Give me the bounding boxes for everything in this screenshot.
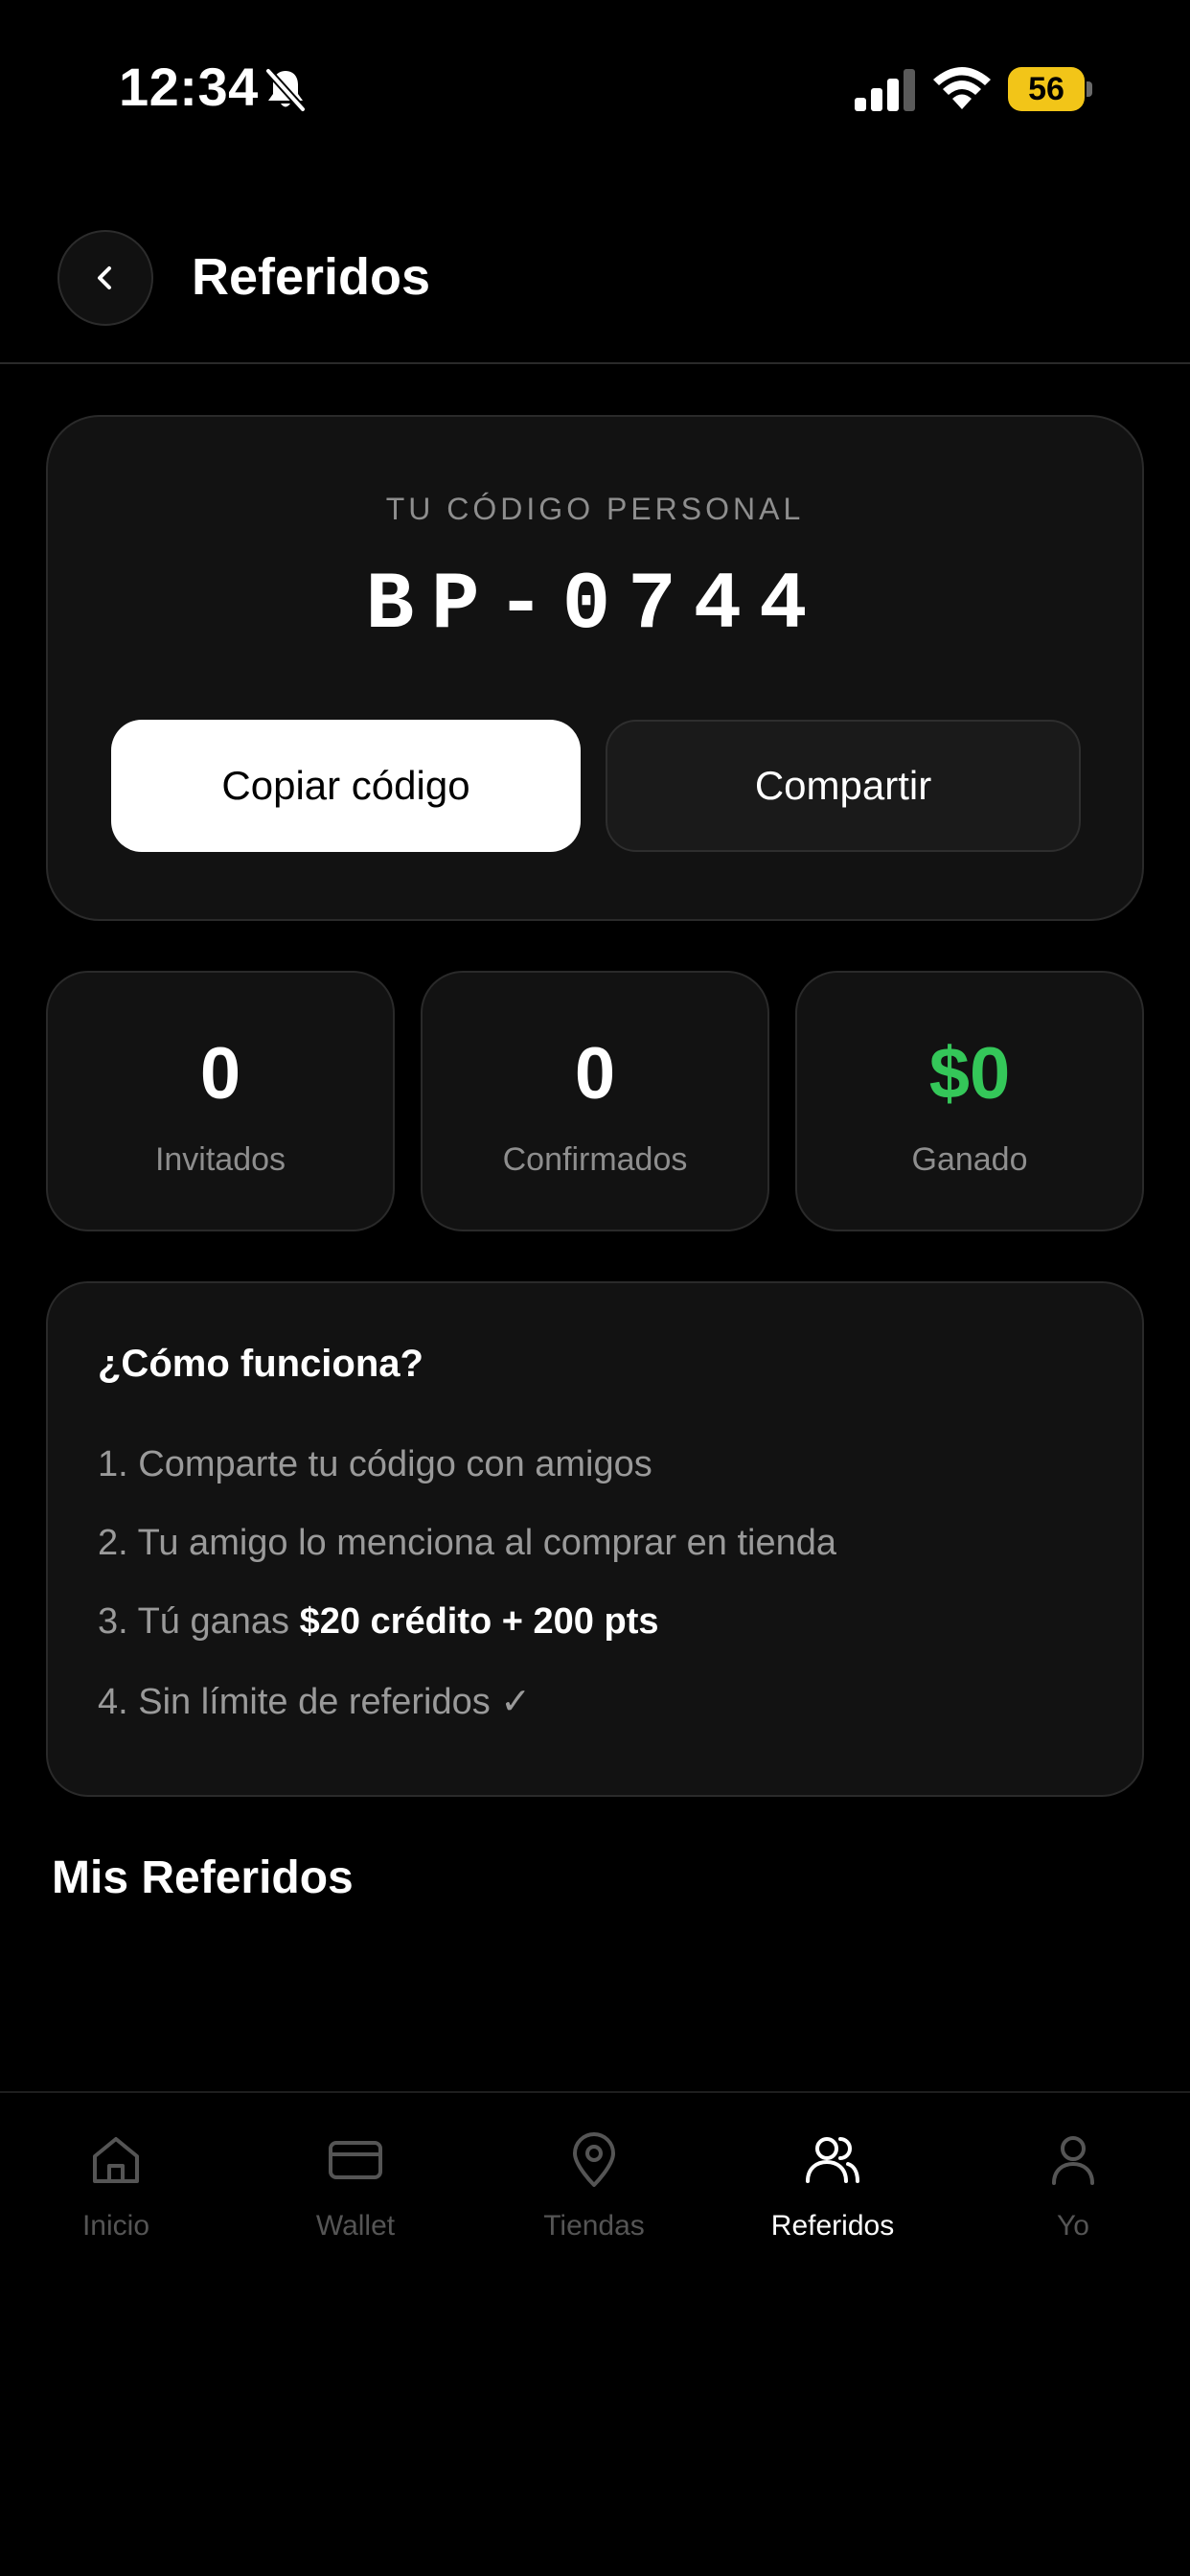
- personal-code-card: TU CÓDIGO PERSONAL BP-0744 Copiar código…: [46, 415, 1144, 921]
- status-bar: 12:34 56: [0, 0, 1190, 172]
- my-referrals-title: Mis Referidos: [52, 1852, 354, 1903]
- stat-label: Ganado: [911, 1141, 1028, 1178]
- referral-code: BP-0744: [365, 561, 825, 652]
- stat-label: Invitados: [154, 1141, 286, 1178]
- step-item: 3. Tú ganas $20 crédito + 200 pts: [98, 1601, 658, 1643]
- stat-label: Confirmados: [502, 1141, 688, 1178]
- stat-card-earned: $0 Ganado: [795, 971, 1144, 1231]
- share-button[interactable]: Compartir: [606, 720, 1081, 852]
- stat-card-invited: 0 Invitados: [46, 971, 395, 1231]
- status-time: 12:34: [119, 57, 259, 117]
- battery-level: 56: [1028, 71, 1064, 107]
- battery-tip: [1087, 81, 1092, 97]
- stat-value: 0: [574, 1033, 616, 1115]
- nav-item-yo[interactable]: Yo: [977, 2129, 1169, 2264]
- code-label: TU CÓDIGO PERSONAL: [385, 492, 805, 526]
- nav-label: Yo: [1057, 2210, 1089, 2242]
- battery-icon: 56: [1008, 67, 1092, 111]
- nav-item-tiendas[interactable]: Tiendas: [498, 2129, 690, 2264]
- home-icon: [93, 2137, 139, 2183]
- reward-highlight: $20 crédito + 200 pts: [299, 1601, 659, 1642]
- page-title: Referidos: [192, 248, 431, 306]
- card-icon: [329, 2141, 382, 2179]
- nav-label: Referidos: [770, 2210, 895, 2242]
- nav-label: Inicio: [81, 2210, 150, 2242]
- chevron-left-icon: [98, 266, 111, 289]
- how-it-works-card: ¿Cómo funciona? 1. Comparte tu código co…: [46, 1281, 1144, 1797]
- header: Referidos: [0, 222, 1190, 364]
- how-it-works-title: ¿Cómo funciona?: [98, 1343, 423, 1385]
- bell-slash-icon: [265, 68, 306, 112]
- step-prefix: 3. Tú ganas: [98, 1601, 300, 1642]
- referrals-screen: 12:34 56 Referidos TU CÓDIGO PERSONAL BP…: [0, 0, 1190, 2576]
- step-item: 1. Comparte tu código con amigos: [98, 1444, 652, 1484]
- nav-item-wallet[interactable]: Wallet: [260, 2129, 451, 2264]
- bottom-navigation: Inicio Wallet Tiendas Referidos Yo: [0, 2091, 1190, 2576]
- users-icon: [806, 2137, 859, 2183]
- stat-card-confirmed: 0 Confirmados: [421, 971, 769, 1231]
- step-item: 4. Sin límite de referidos ✓: [98, 1682, 532, 1722]
- stat-value: 0: [199, 1033, 241, 1115]
- user-icon: [1052, 2136, 1094, 2185]
- stat-value: $0: [928, 1033, 1011, 1115]
- map-pin-icon: [573, 2132, 615, 2187]
- wifi-icon: [933, 67, 991, 109]
- nav-label: Tiendas: [543, 2210, 645, 2242]
- copy-code-button[interactable]: Copiar código: [111, 720, 581, 852]
- nav-item-referidos[interactable]: Referidos: [737, 2129, 928, 2264]
- nav-item-inicio[interactable]: Inicio: [20, 2129, 212, 2264]
- back-button[interactable]: [57, 230, 153, 326]
- cellular-signal-icon: [855, 69, 915, 111]
- step-item: 2. Tu amigo lo menciona al comprar en ti…: [98, 1523, 836, 1563]
- nav-label: Wallet: [315, 2210, 396, 2242]
